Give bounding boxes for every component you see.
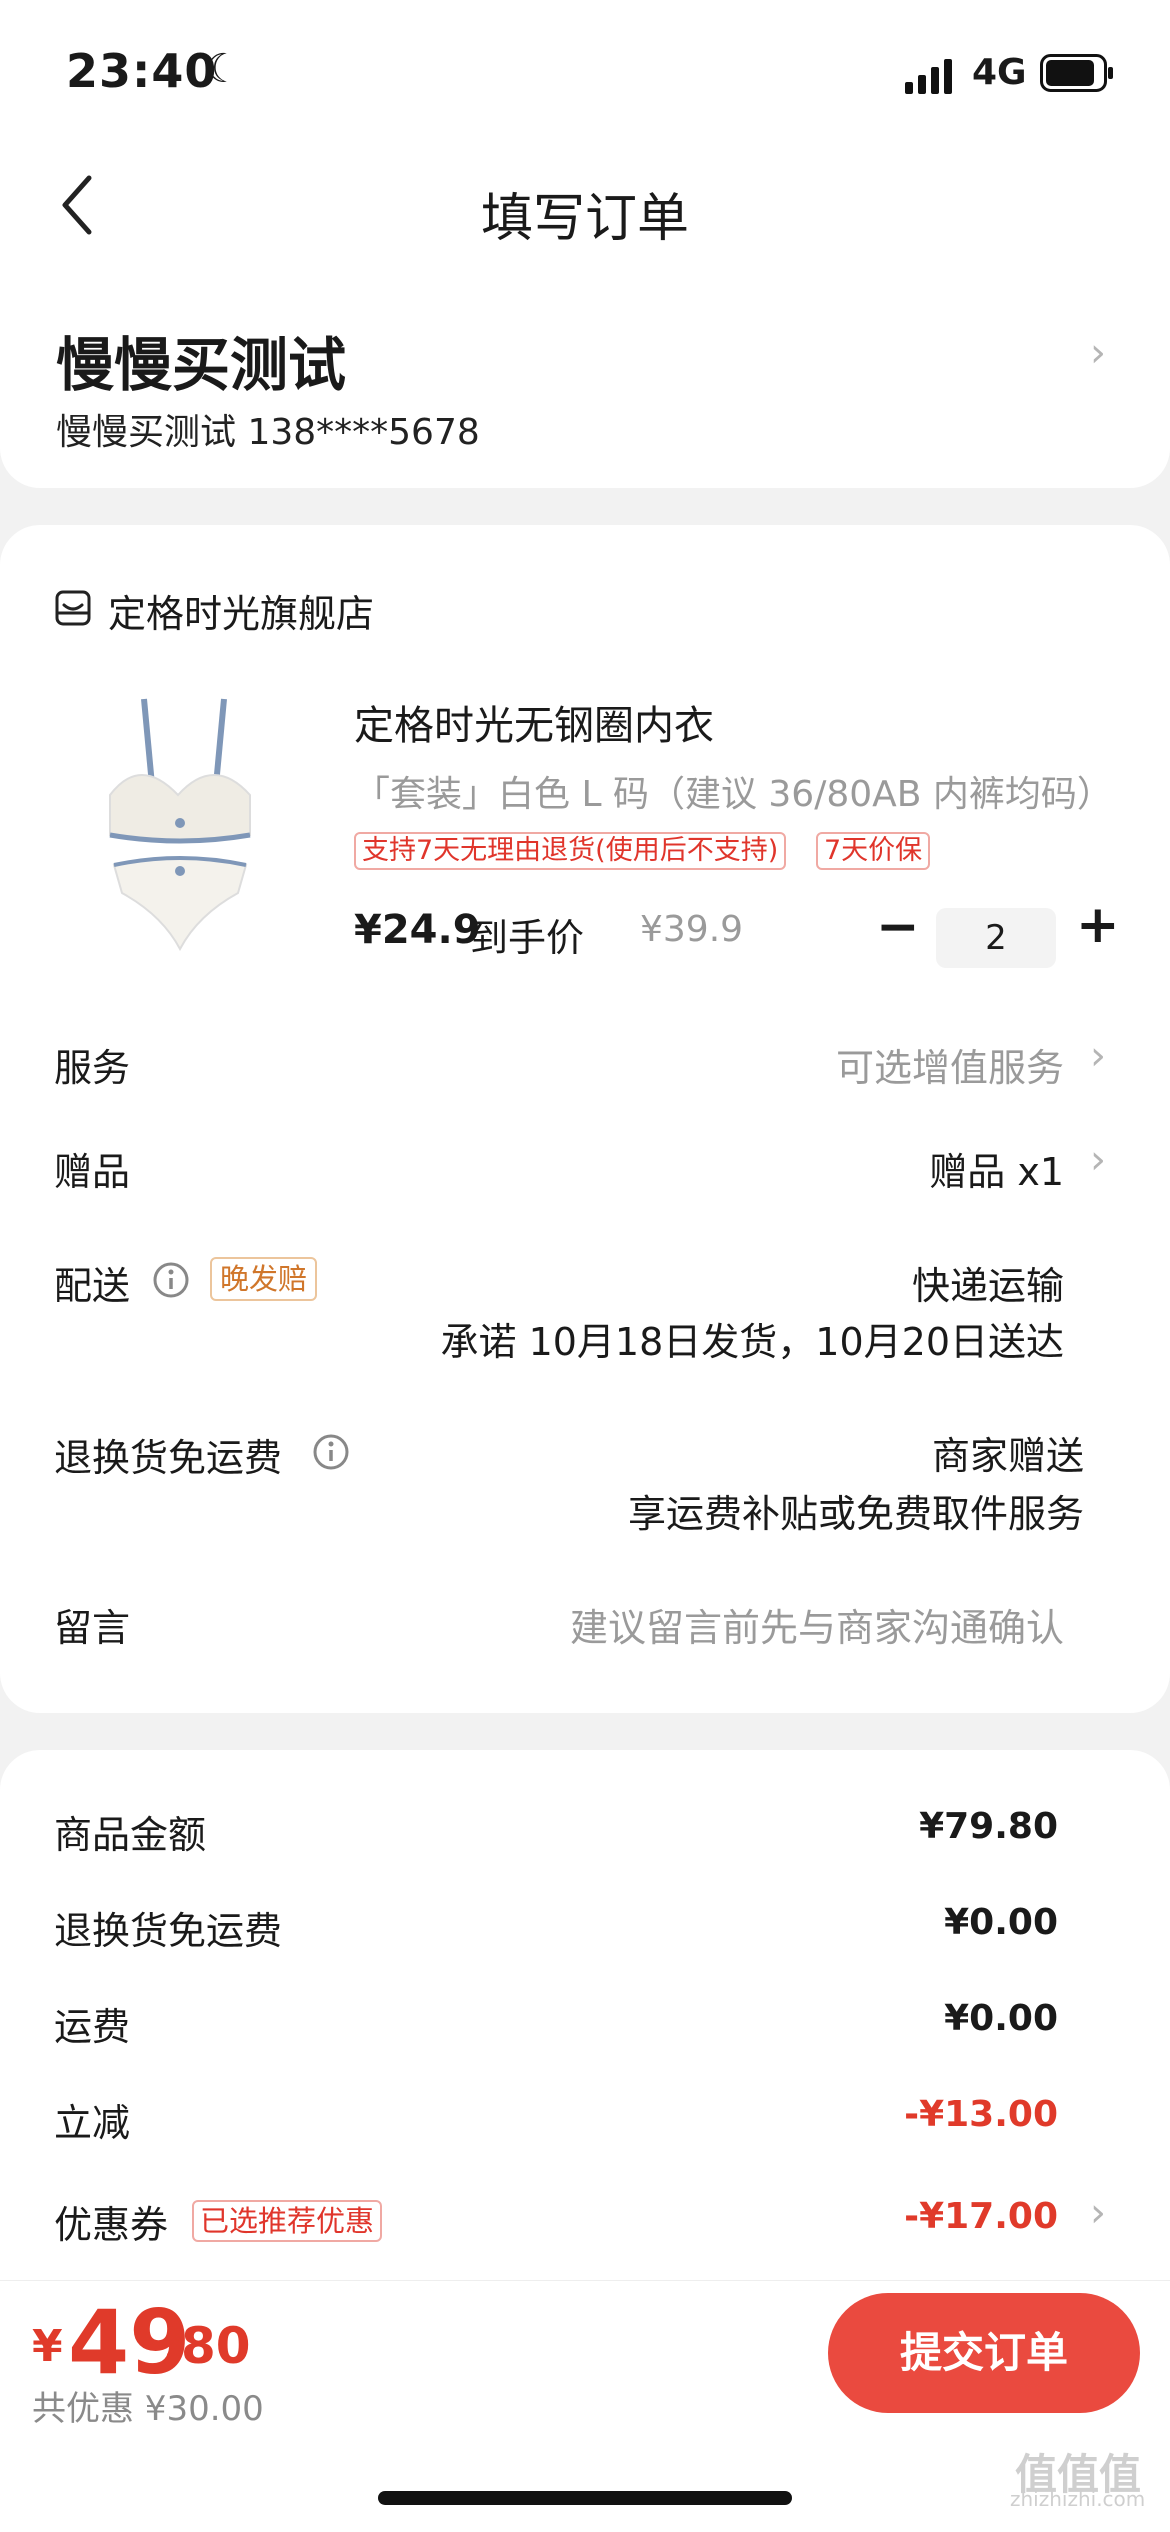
delivery-promise: 承诺 10月18日发货，10月20日送达	[440, 1320, 1065, 1364]
address-contact: 慢慢买测试 138****5678	[56, 412, 480, 453]
chevron-right-icon: ›	[1090, 1137, 1106, 1183]
late-compensation-tag: 晚发赔	[210, 1257, 318, 1301]
signal-icon	[905, 59, 952, 94]
address-name: 慢慢买测试	[56, 331, 347, 399]
gift-label: 赠品	[54, 1150, 131, 1194]
nav-bar: 填写订单	[0, 140, 1170, 270]
shipping-value: ¥0.00	[944, 1998, 1058, 2039]
price-protect-tag: 7天价保	[816, 832, 931, 870]
chevron-right-icon: ›	[1090, 2190, 1106, 2236]
product-image[interactable]	[100, 695, 260, 955]
message-label: 留言	[54, 1606, 131, 1650]
message-input[interactable]: 建议留言前先与商家沟通确认	[570, 1597, 1064, 1652]
chevron-right-icon: ›	[1090, 1033, 1106, 1079]
service-label: 服务	[54, 1046, 131, 1090]
price-old: ¥39.9	[640, 909, 744, 950]
quantity-field[interactable]: 2	[936, 908, 1056, 968]
gift-value[interactable]: 赠品 x1	[929, 1141, 1064, 1196]
address-card[interactable]: 慢慢买测试 慢慢买测试 138****5678 ›	[0, 270, 1170, 488]
watermark-url: zhizhizhi.com	[1010, 2487, 1146, 2511]
info-icon[interactable]	[152, 1261, 190, 1299]
status-bar: 23:40 ☾ 4G	[0, 0, 1170, 140]
return-policy-tag: 支持7天无理由退货(使用后不支持)	[354, 832, 787, 870]
product-spec[interactable]: 「套装」白色 L 码（建议 36/80AB 内裤均码）	[354, 765, 1113, 817]
price-summary-card: 商品金额 ¥79.80 退换货免运费 ¥0.00 运费 ¥0.00 立减 -¥1…	[0, 1750, 1170, 2280]
price-label: 到手价	[470, 916, 585, 960]
bottom-bar: ¥ 49 .80 共优惠 ¥30.00 提交订单 值值值 zhizhizhi.c…	[0, 2280, 1170, 2532]
moon-icon: ☾	[205, 46, 241, 92]
increase-quantity-button[interactable]: +	[1076, 895, 1120, 955]
info-icon[interactable]	[312, 1433, 350, 1471]
instant-discount-label: 立减	[54, 2101, 131, 2145]
submit-order-button[interactable]: 提交订单	[828, 2293, 1140, 2413]
price-now: ¥24.9	[354, 907, 481, 953]
home-indicator[interactable]	[378, 2491, 792, 2505]
delivery-method: 快递运输	[911, 1264, 1064, 1308]
decrease-quantity-button[interactable]: −	[876, 897, 920, 957]
return-free-label: 退换货免运费	[54, 1436, 283, 1480]
return-free-fee-label: 退换货免运费	[54, 1909, 283, 1953]
service-value[interactable]: 可选增值服务	[836, 1037, 1064, 1092]
total-decimal: .80	[162, 2317, 251, 2375]
saving-text: 共优惠 ¥30.00	[32, 2389, 264, 2429]
return-free-note: 享运费补贴或免费取件服务	[627, 1492, 1084, 1536]
network-label: 4G	[972, 52, 1027, 93]
goods-amount-value: ¥79.80	[919, 1806, 1058, 1847]
shipping-label: 运费	[54, 2005, 131, 2049]
status-time: 23:40	[66, 44, 218, 98]
product-title[interactable]: 定格时光无钢圈内衣	[354, 693, 714, 751]
shop-icon	[55, 590, 91, 626]
goods-amount-label: 商品金额	[54, 1813, 207, 1857]
coupon-tag: 已选推荐优惠	[192, 2200, 383, 2242]
coupon-label: 优惠券	[54, 2203, 169, 2247]
battery-icon	[1040, 54, 1113, 92]
shop-name[interactable]: 定格时光旗舰店	[108, 583, 374, 638]
chevron-right-icon: ›	[1090, 330, 1106, 376]
instant-discount-value: -¥13.00	[904, 2094, 1058, 2135]
order-card: 定格时光旗舰店 定格时光无钢圈内衣 「套装」白色 L 码（建议 36/80AB …	[0, 525, 1170, 1713]
return-free-value: 商家赠送	[931, 1434, 1084, 1478]
delivery-label: 配送	[54, 1264, 131, 1308]
total-currency: ¥	[32, 2321, 63, 2372]
coupon-value[interactable]: -¥17.00	[904, 2196, 1058, 2237]
return-free-fee-value: ¥0.00	[944, 1902, 1058, 1943]
page-title: 填写订单	[480, 189, 689, 249]
